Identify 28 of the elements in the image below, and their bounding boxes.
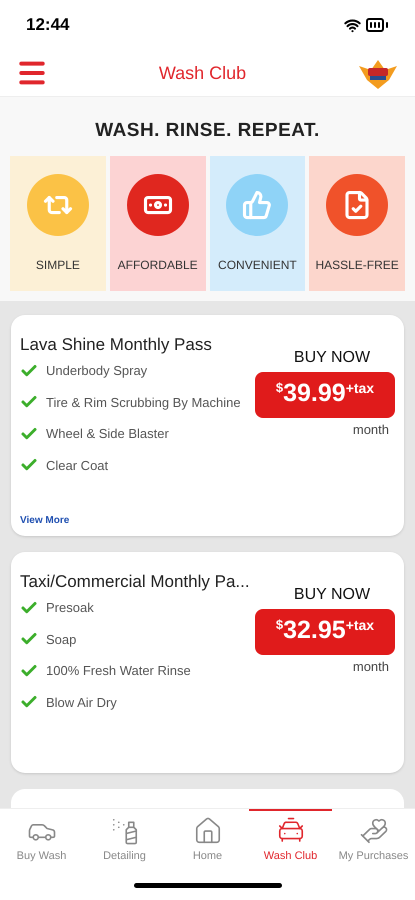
- status-time: 12:44: [26, 14, 70, 36]
- plan-feature: Wheel & Side Blaster: [46, 425, 169, 443]
- buy-now-label: BUY NOW: [292, 348, 370, 368]
- period-label: month: [352, 658, 390, 676]
- tab-item[interactable]: Buy Wash: [0, 809, 83, 870]
- plan-feature: Clear Coat: [46, 456, 108, 474]
- buy-now-label: BUY NOW: [292, 584, 370, 604]
- plan-title: Lava Shine Monthly Pass: [20, 334, 213, 356]
- feature-label: CONVENIENT: [218, 256, 297, 274]
- wifi-icon: [344, 16, 361, 34]
- plan-feature: Soap: [46, 630, 76, 649]
- plan-feature: Presoak: [46, 599, 94, 617]
- plan-feature: 100% Fresh Water Rinse: [46, 662, 191, 680]
- plan-title: Taxi/Commercial Monthly Pa...: [20, 570, 251, 592]
- feature-label: HASSLE-FREE: [315, 256, 399, 274]
- plan-feature: Underbody Spray: [46, 362, 148, 380]
- page-title: Wash Club: [158, 62, 246, 84]
- tab-item[interactable]: My Purchases: [332, 809, 415, 870]
- feature-label: AFFORDABLE: [118, 256, 198, 274]
- view-more-link[interactable]: View More: [20, 512, 70, 528]
- tab-item[interactable]: Home: [166, 809, 249, 870]
- period-label: month: [352, 420, 390, 438]
- feature-label: SIMPLE: [36, 256, 80, 274]
- plan-feature: Tire & Rim Scrubbing By Machine: [46, 394, 241, 412]
- thumbs-up-icon: [242, 190, 272, 220]
- plan-feature: Blow Air Dry: [46, 694, 117, 712]
- tagline: WASH. RINSE. REPEAT.: [94, 119, 321, 143]
- tab-item[interactable]: Detailing: [83, 809, 166, 870]
